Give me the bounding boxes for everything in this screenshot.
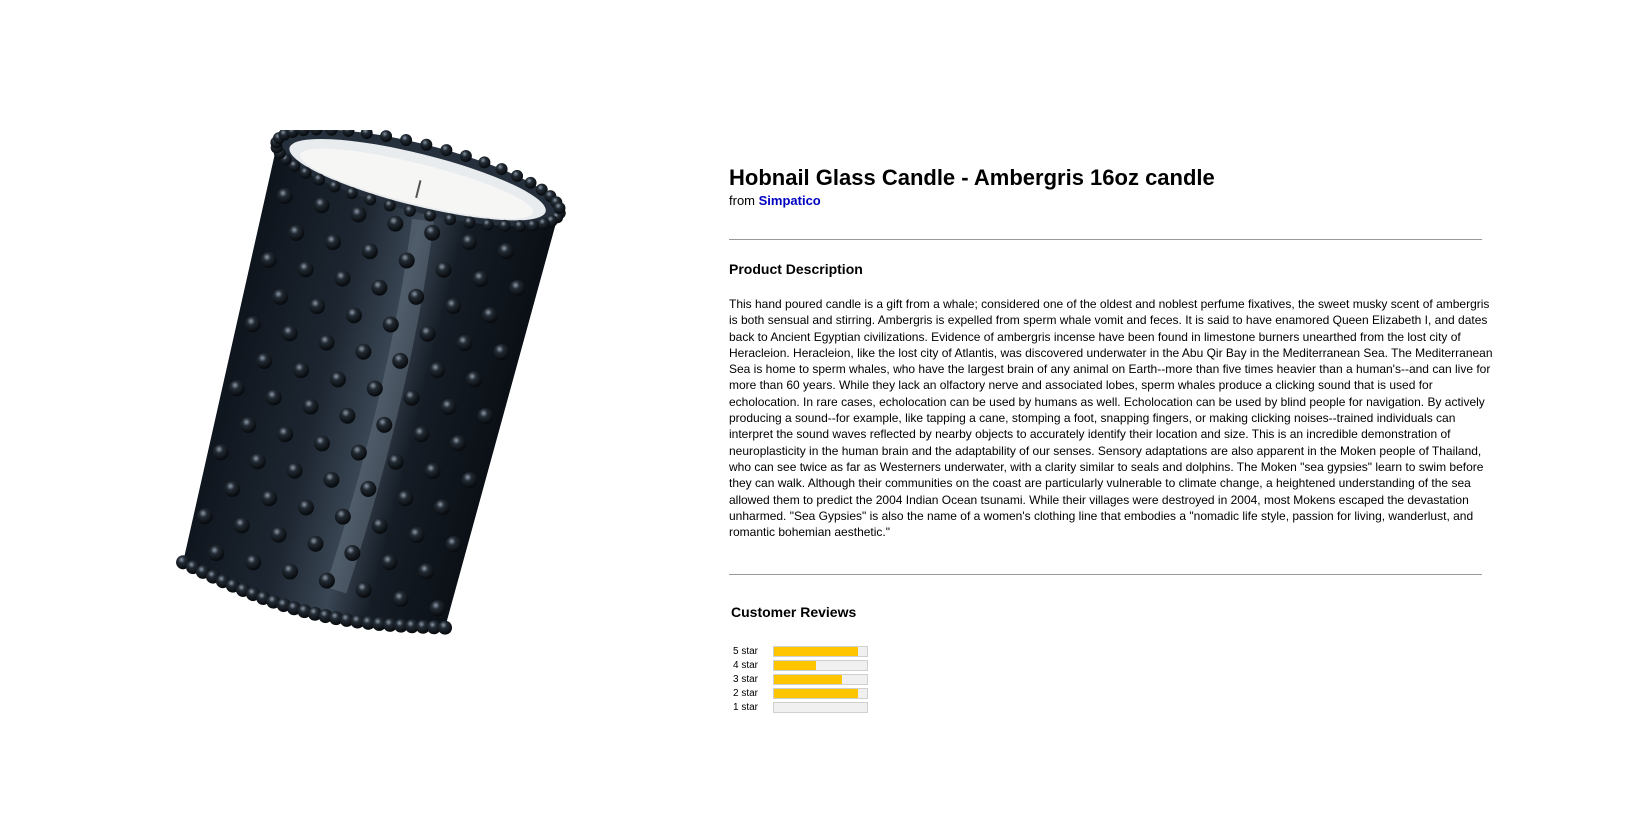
- rating-bar: [773, 659, 868, 671]
- reviews-heading: Customer Reviews: [731, 604, 857, 620]
- rating-row-5[interactable]: 5 star: [733, 644, 868, 658]
- rating-bar: [773, 645, 868, 657]
- brand-link[interactable]: Simpatico: [759, 193, 821, 208]
- rating-label: 2 star: [733, 687, 759, 699]
- rating-row-2[interactable]: 2 star: [733, 686, 868, 700]
- divider: [729, 574, 1482, 575]
- brand-line: from Simpatico: [729, 193, 1489, 209]
- hobnail-candle-image: [176, 130, 566, 635]
- product-page: Hobnail Glass Candle - Ambergris 16oz ca…: [0, 0, 1625, 840]
- description-heading: Product Description: [729, 261, 863, 277]
- rating-label: 5 star: [733, 645, 759, 657]
- rating-row-3[interactable]: 3 star: [733, 672, 868, 686]
- divider: [729, 239, 1482, 240]
- rating-bar: [773, 701, 868, 713]
- rating-fill: [774, 646, 858, 656]
- product-title: Hobnail Glass Candle - Ambergris 16oz ca…: [729, 165, 1215, 190]
- rating-fill: [774, 674, 842, 684]
- rating-label: 4 star: [733, 659, 759, 671]
- rating-bar: [773, 673, 868, 685]
- rating-bar: [773, 687, 868, 699]
- rating-label: 1 star: [733, 701, 759, 713]
- rating-row-4[interactable]: 4 star: [733, 658, 868, 672]
- rating-fill: [774, 688, 858, 698]
- description-text: This hand poured candle is a gift from a…: [729, 297, 1493, 540]
- product-info: Hobnail Glass Candle - Ambergris 16oz ca…: [729, 164, 1493, 713]
- rating-row-1[interactable]: 1 star: [733, 700, 868, 714]
- rating-label: 3 star: [733, 673, 759, 685]
- rating-fill: [774, 660, 816, 670]
- rating-histogram: 5 star 4 star 3 star 2 star 1 star: [733, 644, 868, 714]
- from-label: from: [729, 193, 759, 208]
